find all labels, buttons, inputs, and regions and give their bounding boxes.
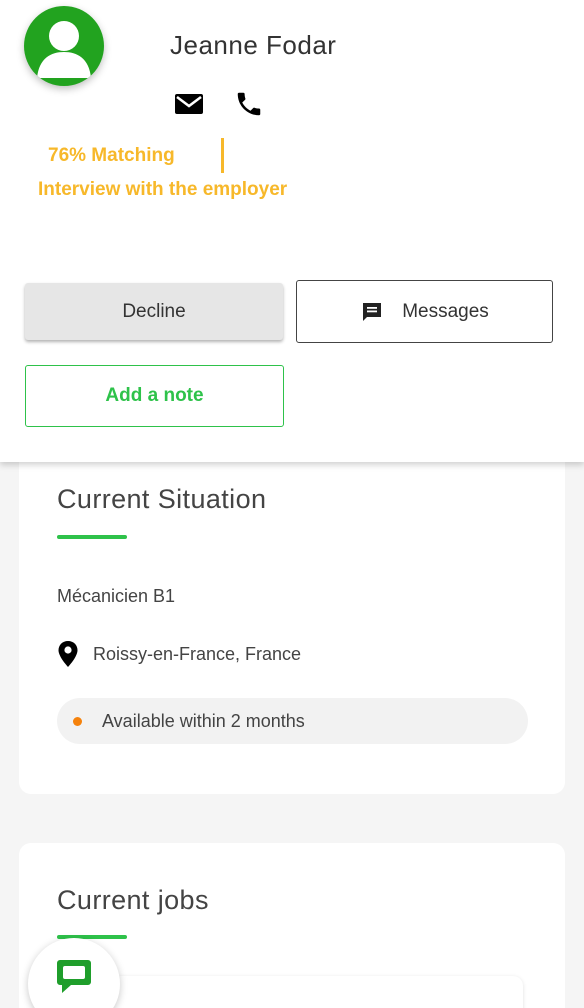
availability-dot <box>73 716 82 726</box>
decline-button-label: Decline <box>122 300 186 322</box>
avatar <box>24 6 104 86</box>
mail-icon[interactable] <box>173 89 205 119</box>
job-title: Mécanicien B1 <box>57 586 176 606</box>
section-title: Current jobs <box>57 885 209 915</box>
location: Roissy-en-France, France <box>57 640 301 668</box>
title-underline <box>57 535 127 539</box>
decline-button[interactable]: Decline <box>25 283 283 340</box>
availability-badge: Available within 2 months <box>57 698 528 744</box>
message-icon <box>360 300 384 324</box>
job-item[interactable] <box>111 976 523 1008</box>
application-stage: Interview with the employer <box>38 179 288 200</box>
candidate-header: Jeanne Fodar 76% Matching Interview with… <box>0 0 584 462</box>
availability-text: Available within 2 months <box>102 710 305 731</box>
matching-score: 76% Matching <box>48 145 175 166</box>
phone-icon[interactable] <box>233 89 265 119</box>
add-note-button[interactable]: Add a note <box>25 365 284 427</box>
messages-button[interactable]: Messages <box>296 280 553 343</box>
status-divider <box>221 138 224 173</box>
location-pin-icon <box>57 640 79 668</box>
person-icon <box>37 21 91 78</box>
chat-bubble-icon <box>57 960 91 993</box>
add-note-button-label: Add a note <box>105 385 204 406</box>
candidate-name: Jeanne Fodar <box>170 30 337 60</box>
current-situation-card: Current Situation Mécanicien B1 Roissy-e… <box>19 440 565 794</box>
location-text: Roissy-en-France, France <box>93 643 302 664</box>
messages-button-label: Messages <box>402 300 489 322</box>
section-title: Current Situation <box>57 484 267 514</box>
